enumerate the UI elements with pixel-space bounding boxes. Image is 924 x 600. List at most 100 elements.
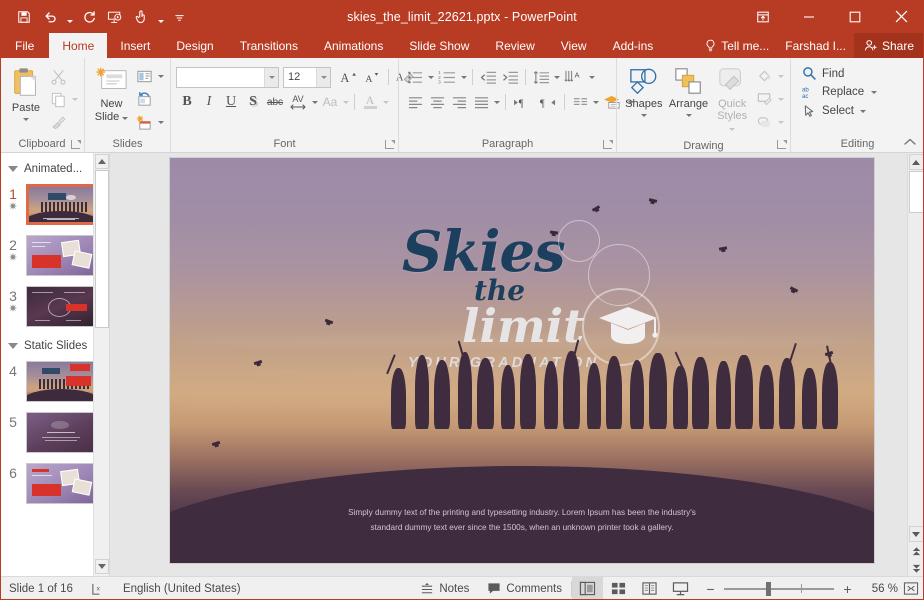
numbering-dropdown-icon[interactable] [459,66,468,88]
save-icon[interactable] [12,5,36,29]
copy-button[interactable] [47,88,69,110]
italic-button[interactable]: I [198,91,220,113]
ltr-button[interactable]: ¶ [510,91,535,113]
strikethrough-button[interactable]: abc [264,91,286,113]
bullets-button[interactable] [404,66,426,88]
next-slide-button[interactable] [909,560,924,576]
replace-label[interactable]: Replace [822,86,864,98]
shapes-dropdown-icon[interactable] [640,114,647,117]
redo-icon[interactable] [77,5,101,29]
columns-button[interactable] [569,91,591,113]
touch-icon[interactable] [129,5,153,29]
layout-dropdown-icon[interactable] [156,65,165,87]
tab-add-ins[interactable]: Add-ins [600,33,667,58]
justify-button[interactable] [470,91,492,113]
font-name-combo[interactable] [176,66,279,88]
thumbnail-frame-6[interactable] [26,463,96,504]
drawing-dialog-launcher[interactable] [777,140,787,149]
font-dialog-launcher[interactable] [385,140,395,149]
scroll-up-button[interactable] [908,154,924,170]
normal-view-button[interactable] [572,576,603,600]
tab-design[interactable]: Design [163,33,226,58]
columns-dropdown-icon[interactable] [591,91,600,113]
change-case-dropdown-icon[interactable] [341,91,350,113]
select-dropdown-icon[interactable] [859,103,868,119]
section-expand-icon-2[interactable] [8,343,18,349]
presentation-icon[interactable] [103,5,127,29]
tab-view[interactable]: View [548,33,600,58]
collapse-ribbon-button[interactable] [902,134,918,150]
slide-vertical-scrollbar[interactable] [907,153,924,576]
select-label[interactable]: Select [822,105,854,117]
character-spacing-button[interactable]: AV [286,91,310,113]
character-spacing-dropdown-icon[interactable] [310,91,319,113]
layout-button[interactable] [133,65,155,87]
thumbnail-scroll-down-button[interactable] [94,559,109,574]
text-shadow-button[interactable]: S [242,91,264,113]
thumbnail-frame-2[interactable] [26,235,96,276]
current-slide[interactable]: Skies the limit YOUR GRADUATION Simply d… [170,158,874,563]
reading-view-button[interactable] [634,577,665,600]
line-spacing-dropdown-icon[interactable] [552,66,561,88]
language-indicator[interactable]: English (United States) [114,577,250,600]
zoom-track[interactable] [724,581,834,596]
scrollbar-track[interactable] [909,213,924,525]
ribbon-display-options-icon[interactable] [740,0,786,33]
new-slide-dropdown-icon[interactable] [122,117,129,120]
bold-button[interactable]: B [176,91,198,113]
bullets-dropdown-icon[interactable] [426,66,435,88]
maximize-button[interactable] [832,0,878,33]
previous-slide-button[interactable] [909,543,924,559]
undo-dropdown-icon[interactable] [64,5,75,29]
slide-counter[interactable]: Slide 1 of 16 [0,577,82,600]
section-button[interactable] [133,111,155,133]
thumbnail-frame-5[interactable] [26,412,96,453]
align-right-button[interactable] [448,91,470,113]
share-button[interactable]: Share [853,33,924,58]
numbering-button[interactable]: 123 [435,66,459,88]
align-left-button[interactable] [404,91,426,113]
touch-mode-dropdown-icon[interactable] [155,5,166,29]
scroll-down-button[interactable] [908,526,924,542]
justify-dropdown-icon[interactable] [492,91,501,113]
tab-insert[interactable]: Insert [107,33,163,58]
arrange-dropdown-icon[interactable] [685,114,692,117]
font-size-value[interactable]: 12 [284,71,316,83]
clipboard-dialog-launcher[interactable] [71,140,81,149]
center-button[interactable] [426,91,448,113]
increase-font-size-button[interactable]: A [337,66,359,88]
copy-dropdown-icon[interactable] [70,88,79,110]
tab-review[interactable]: Review [482,33,547,58]
slide-sorter-view-button[interactable] [603,577,634,600]
decrease-font-size-button[interactable]: A [361,66,383,88]
thumbnail-pane-scrollbar[interactable] [93,153,109,576]
font-color-button[interactable]: A [359,91,381,113]
increase-indent-button[interactable] [499,66,521,88]
rtl-button[interactable]: ¶ [535,91,560,113]
cut-button[interactable] [47,65,69,87]
format-painter-button[interactable] [47,111,69,133]
paragraph-dialog-launcher[interactable] [603,140,613,149]
section-expand-icon[interactable] [8,166,18,172]
minimize-button[interactable] [786,0,832,33]
thumbnail-frame-1[interactable] [26,184,96,225]
quick-styles-dropdown-icon[interactable] [729,128,736,131]
thumbnail-frame-4[interactable] [26,361,96,402]
zoom-thumb[interactable] [766,581,771,596]
zoom-slider[interactable]: − + [696,581,862,597]
find-label[interactable]: Find [822,68,844,80]
paste-button[interactable]: Paste [5,63,47,124]
replace-dropdown-icon[interactable] [869,84,878,100]
tell-me-box[interactable]: Tell me... [697,33,777,58]
shapes-button[interactable]: Shapes [622,63,666,120]
shape-outline-dropdown-icon[interactable] [776,88,785,110]
shape-fill-dropdown-icon[interactable] [776,65,785,87]
tab-transitions[interactable]: Transitions [227,33,311,58]
thumbnail-scroll-up-button[interactable] [94,154,109,169]
customize-qat-icon[interactable] [174,5,185,29]
zoom-in-button[interactable]: + [841,581,854,597]
comments-button[interactable]: Comments [478,577,571,600]
tab-home[interactable]: Home [49,33,108,58]
font-name-dropdown-icon[interactable] [264,67,278,87]
spellcheck-button[interactable]: x [82,577,114,600]
